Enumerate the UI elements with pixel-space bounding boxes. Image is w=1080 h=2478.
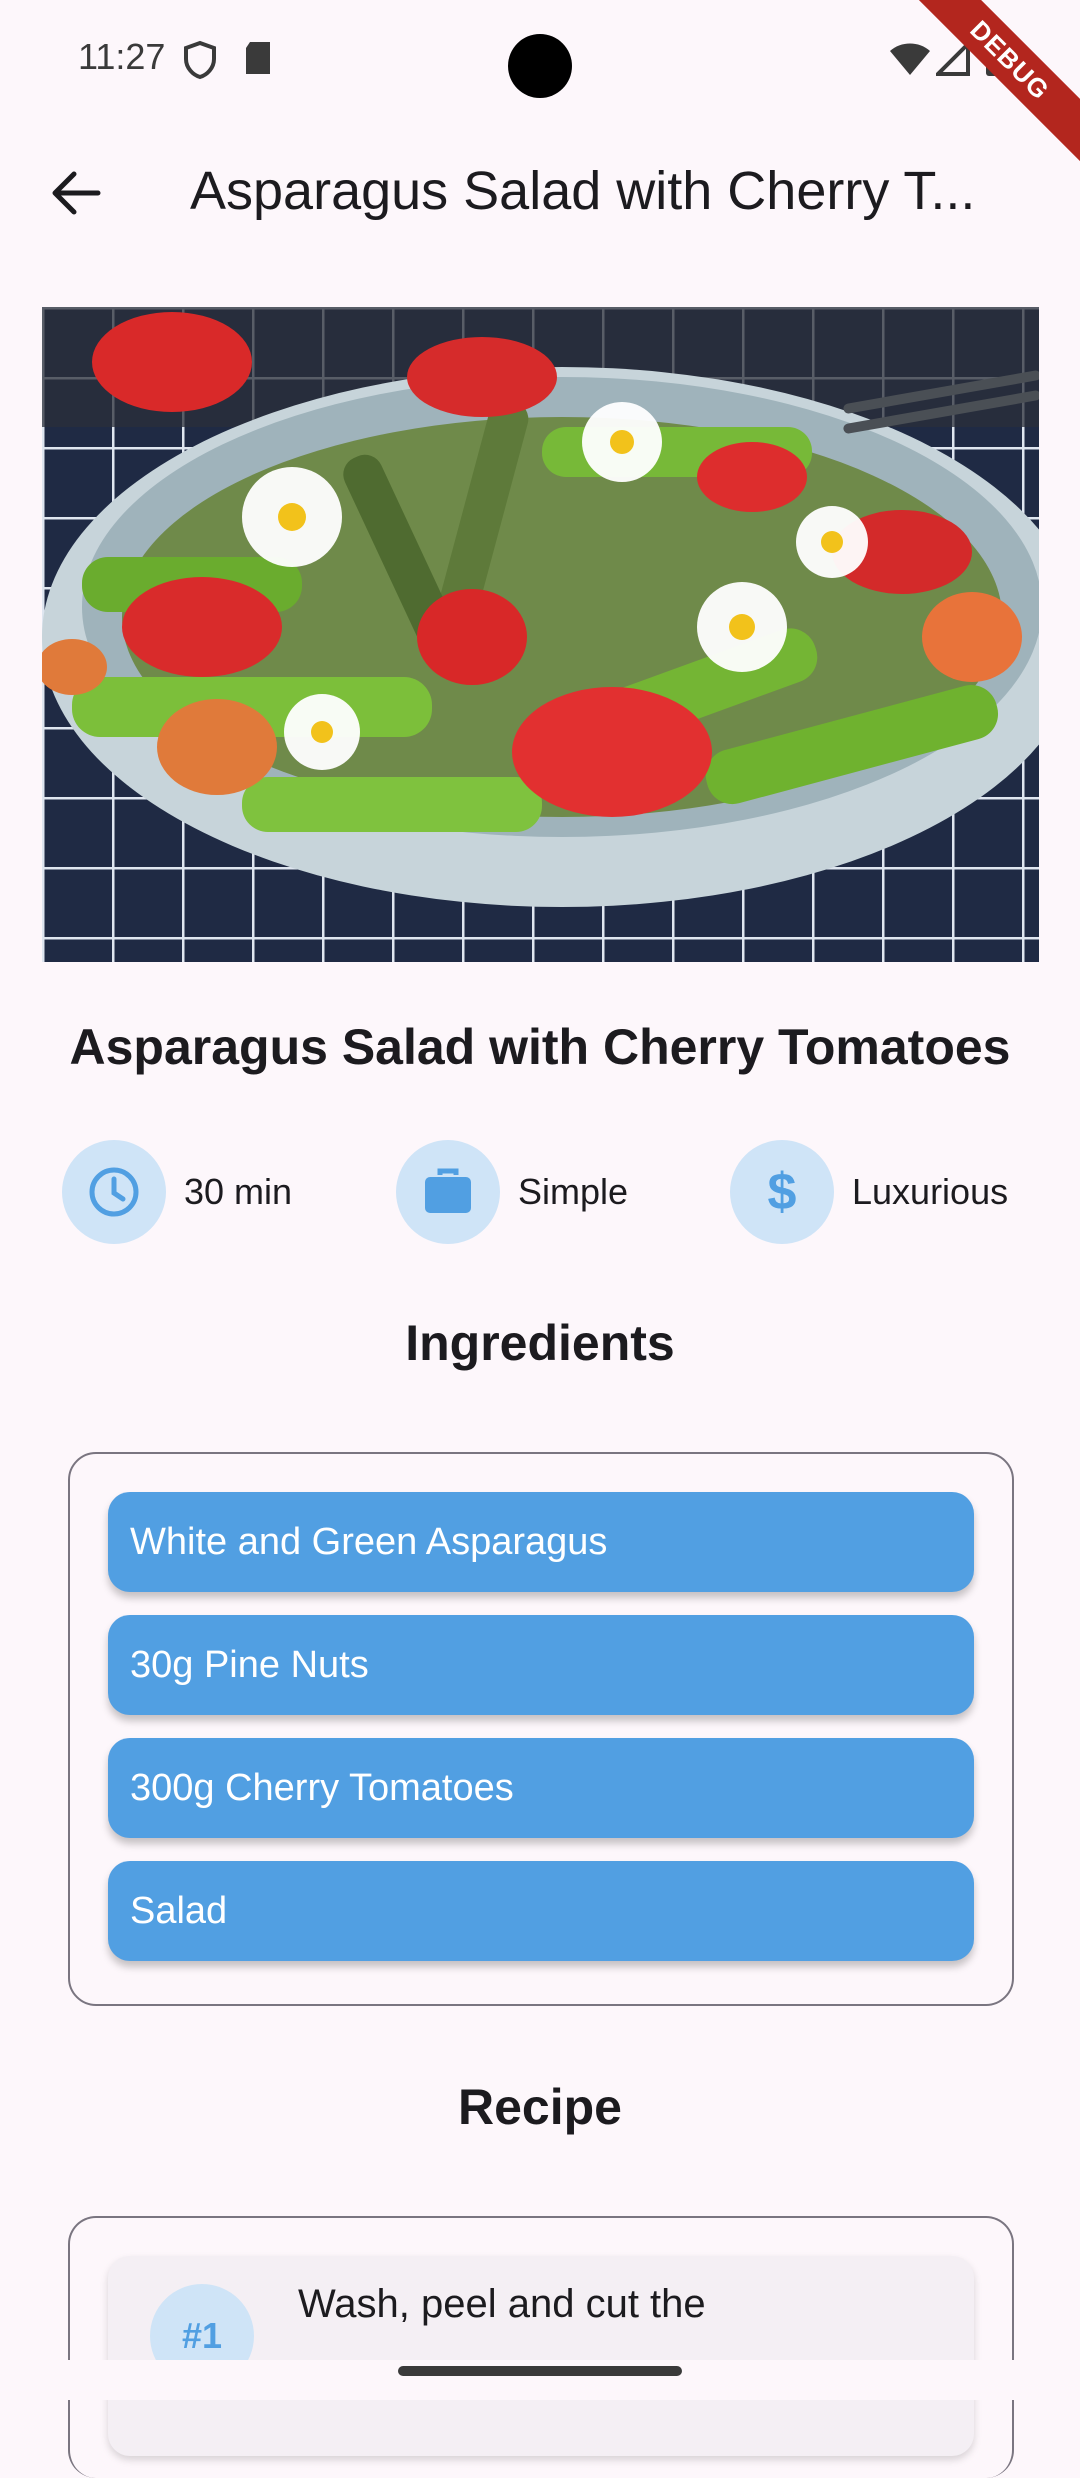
recipe-heading: Recipe <box>458 2079 622 2135</box>
ingredients-list: White and Green Asparagus 30g Pine Nuts … <box>68 1452 1014 2006</box>
duration-label: 30 min <box>184 1171 293 1212</box>
recipe-title: Asparagus Salad with Cherry Tomatoes <box>69 1019 1011 1075</box>
status-bar: 11:27 DEBUG <box>0 0 1080 168</box>
recipe-image <box>42 307 1039 962</box>
app-bar: Asparagus Salad with Cherry T... <box>0 130 1080 250</box>
ingredient-item: 30g Pine Nuts <box>108 1615 974 1715</box>
steps-list: #1 Wash, peel and cut the <box>68 2216 1014 2478</box>
arrow-back-icon <box>52 171 101 215</box>
signal-icon <box>933 39 970 81</box>
complexity-info: Simple <box>396 1140 628 1244</box>
ingredient-item: White and Green Asparagus <box>108 1492 974 1592</box>
back-button[interactable] <box>40 158 110 228</box>
sd-card-icon <box>242 40 274 81</box>
status-time: 11:27 <box>78 36 166 77</box>
wifi-icon <box>888 42 932 81</box>
affordability-info: $ Luxurious <box>730 1140 1008 1244</box>
shield-icon <box>182 40 218 85</box>
clock-icon <box>62 1140 166 1244</box>
complexity-label: Simple <box>518 1171 629 1212</box>
duration-info: 30 min <box>62 1140 292 1244</box>
ingredients-heading: Ingredients <box>405 1315 675 1371</box>
ingredient-item: Salad <box>108 1861 974 1961</box>
step-card: #1 Wash, peel and cut the <box>108 2256 974 2456</box>
dollar-icon: $ <box>730 1140 834 1244</box>
briefcase-icon <box>396 1140 500 1244</box>
front-camera <box>508 34 572 98</box>
ingredient-item: 300g Cherry Tomatoes <box>108 1738 974 1838</box>
affordability-label: Luxurious <box>852 1171 1009 1212</box>
step-text: Wash, peel and cut the <box>298 2282 706 2326</box>
app-bar-title: Asparagus Salad with Cherry T... <box>190 161 976 221</box>
home-indicator[interactable] <box>398 2366 682 2376</box>
